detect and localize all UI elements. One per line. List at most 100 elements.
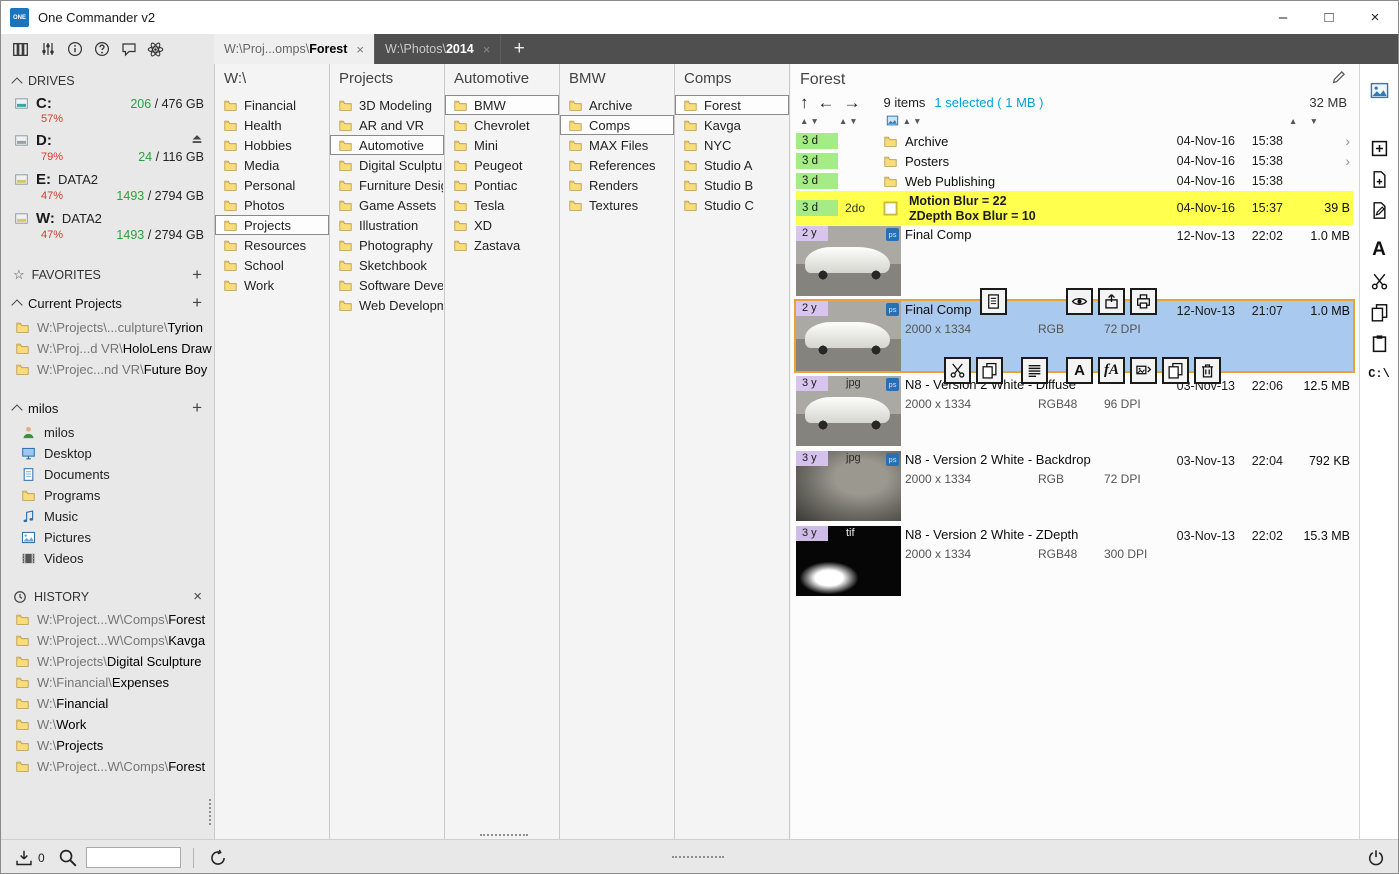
minimize-button[interactable]: – — [1260, 1, 1306, 34]
history-item[interactable]: W:\Project...W\Comps\Kavga — [1, 630, 214, 651]
tab-2014[interactable]: W:\Photos\ 2014 × — [375, 34, 502, 64]
column-item[interactable]: Digital Sculptur — [330, 155, 444, 175]
copy-icon[interactable] — [1365, 299, 1393, 325]
back-icon[interactable]: ← — [818, 94, 835, 111]
menu-lines-icon[interactable] — [1021, 357, 1048, 384]
column-item[interactable]: 3D Modeling — [330, 95, 444, 115]
column-item[interactable]: Archive — [560, 95, 674, 115]
refresh-icon[interactable] — [206, 846, 231, 870]
column-item[interactable]: Forest — [675, 95, 789, 115]
column-item[interactable]: Peugeot — [445, 155, 559, 175]
column-item[interactable]: References — [560, 155, 674, 175]
column-item[interactable]: Photos — [215, 195, 329, 215]
collapse-icon[interactable] — [11, 403, 23, 416]
file-row[interactable]: 3 d Web Publishing 04-Nov-16 15:38 — [796, 171, 1353, 191]
column-item[interactable]: Automotive — [330, 135, 444, 155]
column-item[interactable]: Tesla — [445, 195, 559, 215]
preview-panel-icon[interactable] — [1365, 77, 1393, 103]
up-icon[interactable]: ↑ — [800, 94, 809, 111]
print-icon[interactable] — [1130, 288, 1157, 315]
column-item[interactable]: Resources — [215, 235, 329, 255]
sidebar-resize-handle[interactable] — [209, 799, 211, 825]
rename-fa-icon[interactable]: fA — [1098, 357, 1125, 384]
sort-age-toggle[interactable]: ▲▼ — [800, 116, 821, 126]
tab-close-icon[interactable]: × — [483, 42, 491, 57]
edit-name-icon[interactable] — [1331, 69, 1347, 90]
terminal-icon[interactable]: C:\ — [1365, 361, 1393, 387]
column-item[interactable]: Pontiac — [445, 175, 559, 195]
column-item[interactable]: Health — [215, 115, 329, 135]
user-folder-item[interactable]: Music — [1, 506, 214, 527]
history-item[interactable]: W:\Project...W\Comps\Forest — [1, 756, 214, 777]
column-item[interactable]: BMW — [445, 95, 559, 115]
history-item[interactable]: W:\Financial\Expenses — [1, 672, 214, 693]
sort-tag-toggle[interactable]: ▲▼ — [839, 116, 860, 126]
add-user-folder-icon[interactable]: + — [192, 398, 202, 418]
column-item[interactable]: Web Developm — [330, 295, 444, 315]
column-item[interactable]: Illustration — [330, 215, 444, 235]
cut-icon[interactable] — [944, 357, 971, 384]
drive-item[interactable]: W: DATA2 47% 1493 / 2794 GB — [1, 207, 214, 246]
user-folder-item[interactable]: milos — [1, 422, 214, 443]
file-row[interactable]: 3 y jpg ps N8 - Version 2 White - Diffuse 20… — [796, 376, 1353, 446]
user-folder-item[interactable]: Videos — [1, 548, 214, 569]
column-item[interactable]: School — [215, 255, 329, 275]
favorites-header[interactable]: ☆ FAVORITES + — [1, 260, 214, 289]
collapse-icon[interactable] — [11, 298, 23, 311]
user-folder-item[interactable]: Pictures — [1, 527, 214, 548]
text-a-icon[interactable]: A — [1365, 237, 1393, 263]
filter-input[interactable] — [85, 847, 181, 868]
history-item[interactable]: W:\Financial — [1, 693, 214, 714]
open-location-icon[interactable] — [1098, 288, 1125, 315]
power-icon[interactable] — [1363, 846, 1388, 870]
column-item[interactable]: AR and VR — [330, 115, 444, 135]
new-folder-icon[interactable] — [1365, 135, 1393, 161]
column-item[interactable]: Kavga — [675, 115, 789, 135]
column-item[interactable]: Furniture Desig — [330, 175, 444, 195]
column-item[interactable]: Personal — [215, 175, 329, 195]
tab-close-icon[interactable]: × — [356, 42, 364, 57]
collapse-icon[interactable] — [11, 76, 23, 89]
column-item[interactable]: Work — [215, 275, 329, 295]
help-icon[interactable] — [89, 37, 114, 61]
column-item[interactable]: Comps — [560, 115, 674, 135]
info-icon[interactable] — [62, 37, 87, 61]
user-folder-item[interactable]: Programs — [1, 485, 214, 506]
user-folder-item[interactable]: Desktop — [1, 443, 214, 464]
drive-item[interactable]: D: 79% 24 / 116 GB — [1, 129, 214, 168]
new-file-icon[interactable] — [1365, 166, 1393, 192]
favorites-group-current-projects[interactable]: Current Projects + — [1, 289, 214, 317]
columns-resize-handle[interactable] — [479, 834, 528, 836]
history-item[interactable]: W:\Projects — [1, 735, 214, 756]
sort-size-toggle[interactable]: ▲ ▼ — [1289, 116, 1323, 126]
column-item[interactable]: Financial — [215, 95, 329, 115]
column-item[interactable]: Game Assets — [330, 195, 444, 215]
favorite-item[interactable]: W:\Proj...d VR\HoloLens Draw — [1, 338, 214, 359]
column-item[interactable]: MAX Files — [560, 135, 674, 155]
delete-icon[interactable] — [1194, 357, 1221, 384]
user-folder-item[interactable]: Documents — [1, 464, 214, 485]
settings-atom-icon[interactable] — [143, 37, 168, 61]
filters-icon[interactable] — [35, 37, 60, 61]
duplicate-icon[interactable] — [1162, 357, 1189, 384]
file-row[interactable]: 3 y jpg ps N8 - Version 2 White - Backdrop 2… — [796, 451, 1353, 521]
column-item[interactable]: Renders — [560, 175, 674, 195]
add-to-group-icon[interactable]: + — [192, 293, 202, 313]
file-row[interactable]: 3 d 2do Motion Blur = 22 ZDepth Box Blur = … — [796, 191, 1353, 225]
history-header[interactable]: HISTORY × — [1, 583, 214, 609]
drive-item[interactable]: C: 206 / 476 GB 57% — [1, 92, 214, 129]
copy-name-icon[interactable] — [980, 288, 1007, 315]
column-item[interactable]: Mini — [445, 135, 559, 155]
column-item[interactable]: Sketchbook — [330, 255, 444, 275]
column-item[interactable]: Textures — [560, 195, 674, 215]
column-item[interactable]: Studio B — [675, 175, 789, 195]
file-row[interactable]: 2 y ps Final Comp 12-Nov-13 22:02 1.0 MB — [796, 226, 1353, 296]
search-icon[interactable] — [55, 846, 80, 870]
queue-icon[interactable] — [11, 846, 36, 870]
forward-icon[interactable]: → — [844, 94, 861, 111]
column-item[interactable]: Photography — [330, 235, 444, 255]
favorite-item[interactable]: W:\Projec...nd VR\Future Boy — [1, 359, 214, 380]
column-item[interactable]: Studio A — [675, 155, 789, 175]
column-item[interactable]: Chevrolet — [445, 115, 559, 135]
favorite-item[interactable]: W:\Projects\...culpture\Tyrion — [1, 317, 214, 338]
